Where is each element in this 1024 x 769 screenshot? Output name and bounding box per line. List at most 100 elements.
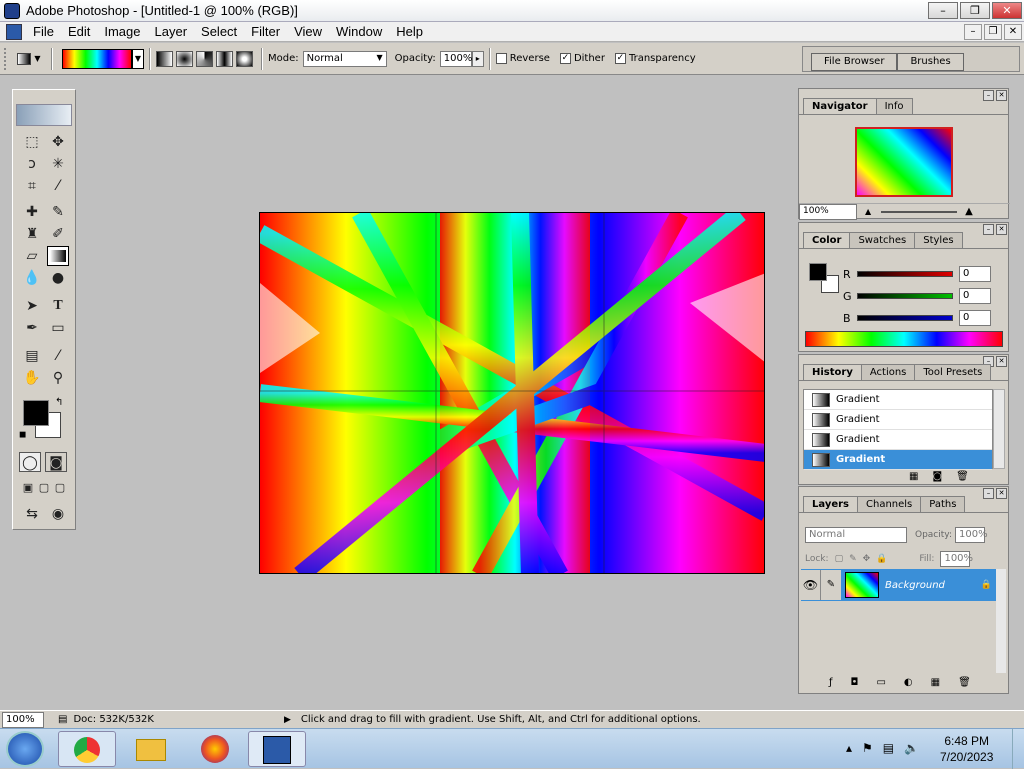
chrome-taskbar-button[interactable] bbox=[58, 731, 116, 767]
default-colors-icon[interactable]: ◼ bbox=[19, 430, 26, 440]
file-browser-tab[interactable]: File Browser bbox=[811, 53, 898, 71]
navigator-thumbnail[interactable] bbox=[855, 127, 953, 197]
pen-tool-icon[interactable]: ✒ bbox=[21, 318, 43, 338]
tab-tool-presets[interactable]: Tool Presets bbox=[914, 364, 992, 380]
hand-tool-icon[interactable]: ✋ bbox=[21, 368, 43, 388]
swap-colors-icon[interactable]: ↰ bbox=[55, 397, 63, 408]
opacity-arrow-button[interactable]: ▸ bbox=[471, 50, 484, 67]
tool-preset-picker[interactable]: ▼ bbox=[12, 49, 46, 69]
gradient-dropdown-button[interactable]: ▼ bbox=[132, 48, 144, 69]
zoom-tool-icon[interactable]: ⚲ bbox=[47, 368, 69, 388]
menu-window[interactable]: Window bbox=[329, 24, 389, 39]
menu-layer[interactable]: Layer bbox=[148, 24, 195, 39]
new-layer-icon[interactable]: ▦ bbox=[931, 677, 940, 688]
new-set-icon[interactable]: ▭ bbox=[876, 677, 885, 688]
clone-stamp-icon[interactable]: ♜ bbox=[21, 224, 43, 244]
menu-image[interactable]: Image bbox=[97, 24, 147, 39]
opacity-input[interactable]: 100% bbox=[439, 50, 472, 67]
lock-transparency-icon[interactable]: ▢ bbox=[835, 554, 844, 564]
layer-blend-mode-select[interactable]: Normal bbox=[805, 527, 907, 543]
imageready-icon[interactable]: ◉ bbox=[47, 504, 69, 524]
document-icon[interactable] bbox=[6, 23, 22, 40]
lock-position-icon[interactable]: ✥ bbox=[863, 554, 871, 564]
layer-mask-icon[interactable]: ◘ bbox=[851, 677, 859, 688]
dither-checkbox[interactable]: ✓ bbox=[559, 53, 571, 64]
close-button[interactable]: ✕ bbox=[992, 2, 1022, 19]
maximize-button[interactable]: ❐ bbox=[960, 2, 990, 19]
blur-tool-icon[interactable]: 💧 bbox=[21, 268, 43, 288]
clock-time[interactable]: 6:48 PM bbox=[940, 733, 993, 749]
type-tool-icon[interactable]: T bbox=[47, 296, 69, 316]
linear-gradient-button[interactable] bbox=[156, 50, 173, 67]
reflected-gradient-button[interactable] bbox=[216, 50, 233, 67]
healing-brush-icon[interactable]: ✚ bbox=[21, 202, 43, 222]
fill-input[interactable]: 100% bbox=[940, 551, 973, 567]
mode-select[interactable]: Normal ▼ bbox=[302, 50, 387, 67]
lasso-tool-icon[interactable]: ↄ bbox=[21, 154, 43, 174]
panel-close-button[interactable]: ✕ bbox=[996, 488, 1007, 499]
tab-actions[interactable]: Actions bbox=[860, 364, 916, 380]
angle-gradient-button[interactable] bbox=[196, 50, 213, 67]
color-ramp[interactable] bbox=[805, 331, 1003, 347]
lock-all-icon[interactable]: 🔒 bbox=[876, 554, 887, 564]
quick-mask-icon[interactable]: ◙ bbox=[45, 452, 67, 472]
zoom-in-icon[interactable]: ▲ bbox=[965, 206, 973, 217]
doc-restore-button[interactable]: ❐ bbox=[984, 24, 1002, 40]
tab-paths[interactable]: Paths bbox=[920, 496, 966, 512]
doc-close-button[interactable]: ✕ bbox=[1004, 24, 1022, 40]
history-item-selected[interactable]: Gradient bbox=[804, 450, 992, 470]
channel-g-input[interactable]: 0 bbox=[959, 288, 991, 304]
jump-to-imageready-icon[interactable]: ⇆ bbox=[21, 504, 43, 524]
explorer-taskbar-button[interactable] bbox=[122, 731, 180, 767]
tab-color[interactable]: Color bbox=[803, 232, 851, 248]
notes-tool-icon[interactable]: ▤ bbox=[21, 346, 43, 366]
magic-wand-icon[interactable]: ✳ bbox=[47, 154, 69, 174]
doc-info-icon[interactable]: ▤ bbox=[58, 714, 67, 725]
action-center-icon[interactable]: ⚑ bbox=[862, 741, 873, 755]
history-item[interactable]: Gradient bbox=[804, 390, 992, 410]
layer-opacity-input[interactable]: 100% bbox=[955, 527, 988, 543]
crop-tool-icon[interactable]: ⌗ bbox=[21, 176, 43, 196]
tab-history[interactable]: History bbox=[803, 364, 862, 380]
menu-edit[interactable]: Edit bbox=[61, 24, 97, 39]
reverse-checkbox[interactable] bbox=[495, 53, 507, 64]
menu-help[interactable]: Help bbox=[389, 24, 430, 39]
channel-g-slider[interactable] bbox=[857, 293, 953, 299]
history-brush-icon[interactable]: ✐ bbox=[47, 224, 69, 244]
start-button[interactable] bbox=[6, 731, 44, 767]
lock-image-icon[interactable]: ✎ bbox=[849, 554, 857, 564]
radial-gradient-button[interactable] bbox=[176, 50, 193, 67]
firefox-taskbar-button[interactable] bbox=[186, 731, 244, 767]
color-fg-swatch[interactable] bbox=[809, 263, 827, 281]
menu-filter[interactable]: Filter bbox=[244, 24, 287, 39]
transparency-checkbox[interactable]: ✓ bbox=[614, 53, 626, 64]
tab-layers[interactable]: Layers bbox=[803, 496, 858, 512]
zoom-out-icon[interactable]: ▲ bbox=[865, 207, 871, 216]
panel-close-button[interactable]: ✕ bbox=[996, 356, 1007, 367]
brush-link-icon[interactable]: ✎ bbox=[821, 570, 841, 600]
layer-row-background[interactable]: 👁 ✎ Background 🔒 bbox=[801, 569, 996, 601]
panel-minimize-button[interactable]: – bbox=[983, 90, 994, 101]
navigator-zoom-input[interactable]: 100% bbox=[799, 203, 857, 220]
marquee-tool-icon[interactable]: ⬚ bbox=[21, 132, 43, 152]
slice-tool-icon[interactable]: ⁄ bbox=[47, 176, 69, 196]
channel-r-input[interactable]: 0 bbox=[959, 266, 991, 282]
status-zoom-input[interactable]: 100% bbox=[2, 711, 44, 728]
doc-minimize-button[interactable]: – bbox=[964, 24, 982, 40]
menu-select[interactable]: Select bbox=[194, 24, 244, 39]
path-selection-icon[interactable]: ➤ bbox=[21, 296, 43, 316]
dodge-tool-icon[interactable]: ● bbox=[47, 268, 69, 288]
panel-close-button[interactable]: ✕ bbox=[996, 224, 1007, 235]
new-document-from-state-icon[interactable]: ▦ bbox=[909, 471, 918, 482]
diamond-gradient-button[interactable] bbox=[236, 50, 253, 67]
tab-channels[interactable]: Channels bbox=[857, 496, 922, 512]
new-snapshot-icon[interactable]: ◙ bbox=[932, 471, 942, 482]
eraser-tool-icon[interactable]: ▱ bbox=[21, 246, 43, 266]
menu-file[interactable]: File bbox=[26, 24, 61, 39]
menu-view[interactable]: View bbox=[287, 24, 329, 39]
trash-icon[interactable]: 🗑 bbox=[956, 471, 969, 482]
show-desktop-button[interactable] bbox=[1012, 729, 1024, 769]
panel-minimize-button[interactable]: – bbox=[983, 488, 994, 499]
trash-icon[interactable]: 🗑 bbox=[958, 677, 971, 688]
eye-icon[interactable]: 👁 bbox=[801, 570, 821, 600]
